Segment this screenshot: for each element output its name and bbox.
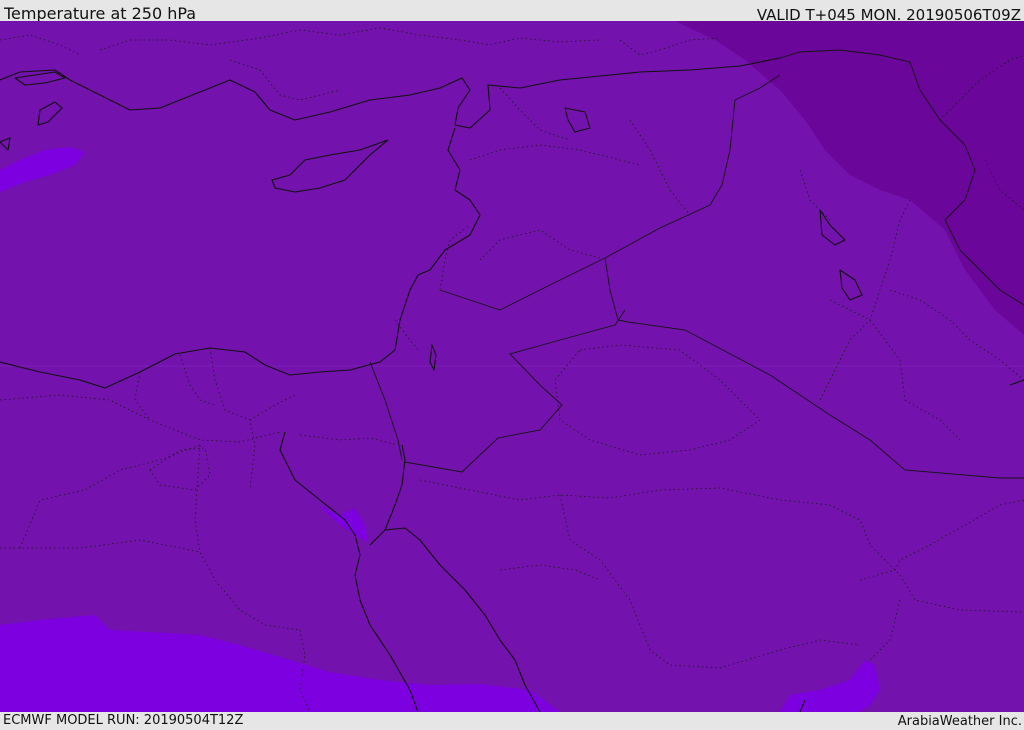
map-canvas	[0, 21, 1024, 712]
header-bar: Temperature at 250 hPa VALID T+045 MON. …	[0, 0, 1024, 24]
credit-label: ArabiaWeather Inc.	[897, 714, 1022, 729]
weather-map	[0, 21, 1024, 712]
footer-bar: ECMWF MODEL RUN: 20190504T12Z ArabiaWeat…	[0, 712, 1024, 729]
model-run-label: ECMWF MODEL RUN: 20190504T12Z	[3, 713, 244, 728]
